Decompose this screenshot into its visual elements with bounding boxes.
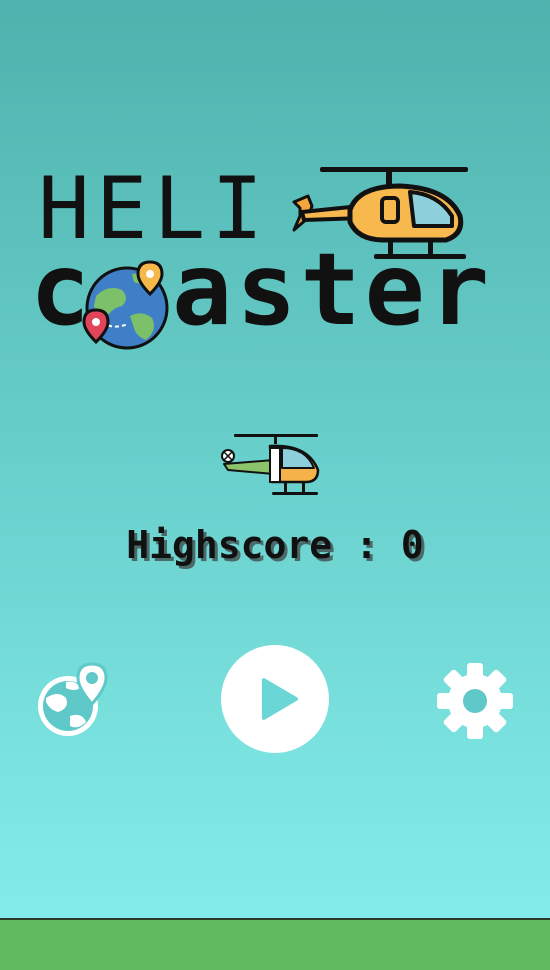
map-button[interactable]: [36, 662, 112, 738]
play-icon: [261, 678, 298, 720]
logo-line-2-end: aster: [172, 231, 494, 348]
globe-map-pin-icon: [82, 260, 169, 350]
globe-location-icon: [38, 662, 108, 736]
ground-strip: [0, 918, 550, 970]
game-screen: HELI c aster Highscore: 0: [0, 0, 550, 970]
highscore-value: 0: [400, 523, 424, 567]
highscore-label: Highscore: [126, 523, 333, 567]
gear-icon: [437, 663, 513, 739]
game-logo: HELI c aster: [30, 160, 520, 360]
highscore-text: Highscore : 0: [0, 523, 550, 567]
player-helicopter-icon: [221, 434, 320, 495]
highscore-separator: :: [355, 523, 378, 567]
logo-line-2: c aster: [30, 240, 520, 358]
play-button[interactable]: [221, 645, 329, 753]
settings-button[interactable]: [436, 662, 514, 740]
